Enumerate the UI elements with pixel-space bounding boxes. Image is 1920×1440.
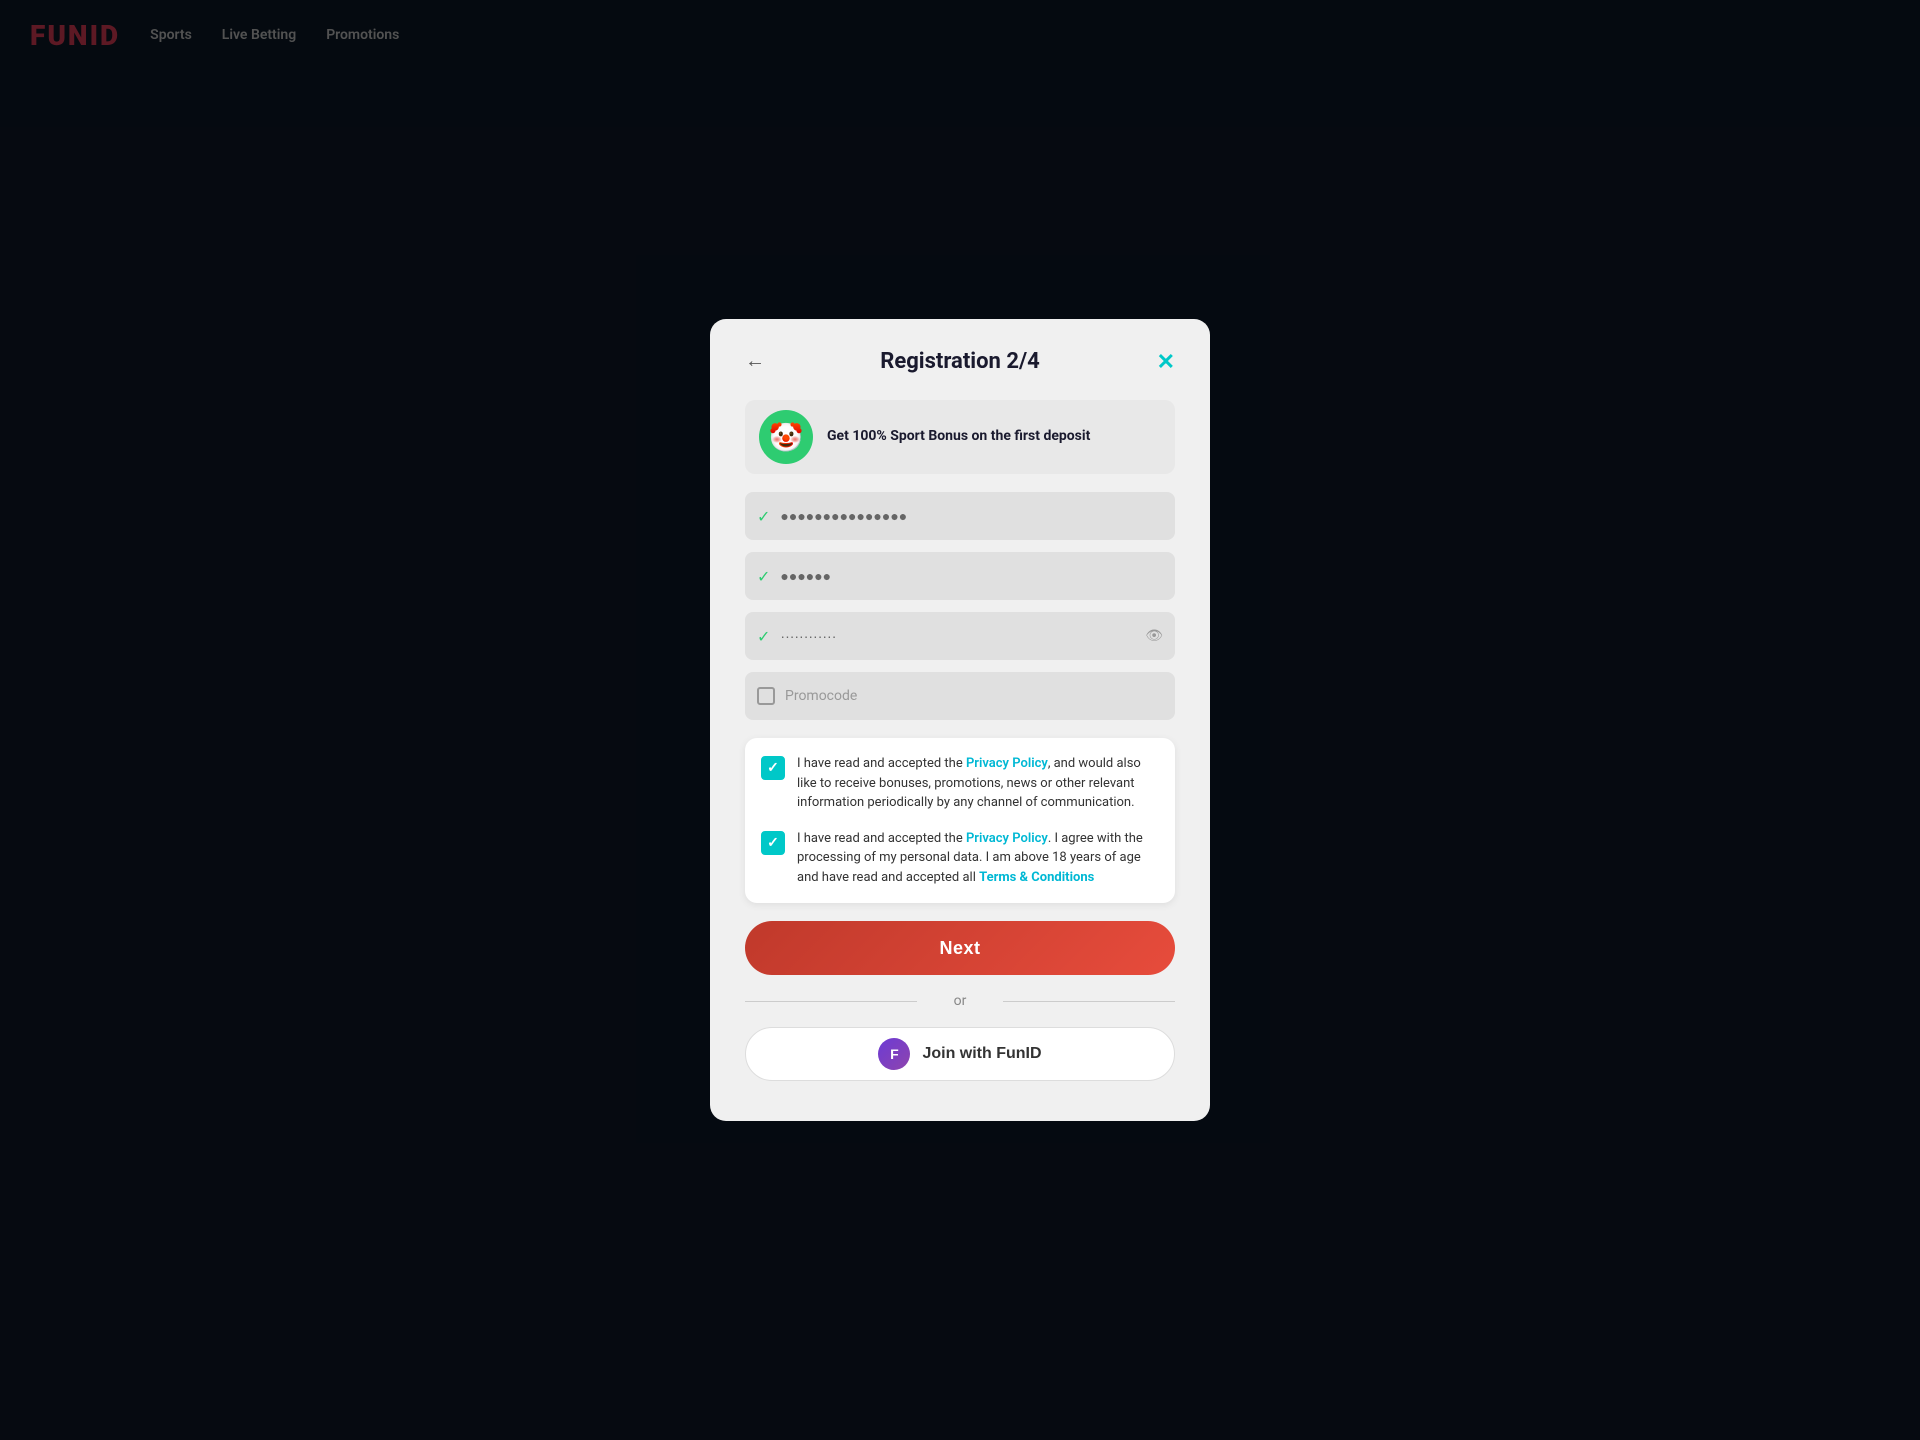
consent-1-text: I have read and accepted the Privacy Pol… bbox=[797, 754, 1159, 813]
modal-header: ← Registration 2/4 ✕ bbox=[745, 349, 1175, 374]
bonus-banner: 🤡 Get 100% Sport Bonus on the first depo… bbox=[745, 400, 1175, 474]
privacy-policy-link-1[interactable]: Privacy Policy bbox=[966, 756, 1048, 771]
modal-title: Registration 2/4 bbox=[880, 349, 1039, 374]
funid-icon: F bbox=[878, 1038, 910, 1070]
consent-1-before: I have read and accepted the bbox=[797, 756, 966, 771]
modal-backdrop: ← Registration 2/4 ✕ 🤡 Get 100% Sport Bo… bbox=[0, 0, 1920, 1440]
consent-box: I have read and accepted the Privacy Pol… bbox=[745, 738, 1175, 903]
username-check-icon: ✓ bbox=[757, 567, 770, 586]
funid-label: Join with FunID bbox=[922, 1045, 1041, 1063]
consent-1-checkbox[interactable] bbox=[761, 756, 785, 780]
consent-2-text: I have read and accepted the Privacy Pol… bbox=[797, 829, 1159, 888]
email-field-row: ✓ bbox=[745, 492, 1175, 540]
consent-item-2: I have read and accepted the Privacy Pol… bbox=[761, 829, 1159, 888]
back-button[interactable]: ← bbox=[745, 350, 765, 373]
privacy-policy-link-2[interactable]: Privacy Policy bbox=[966, 831, 1048, 846]
consent-2-checkbox[interactable] bbox=[761, 831, 785, 855]
promo-field-row: Promocode bbox=[745, 672, 1175, 720]
eye-icon[interactable]: 👁 bbox=[1145, 628, 1163, 644]
terms-conditions-link[interactable]: Terms & Conditions bbox=[979, 870, 1094, 885]
promo-placeholder: Promocode bbox=[785, 688, 857, 704]
bonus-text: Get 100% Sport Bonus on the first deposi… bbox=[827, 427, 1090, 447]
email-check-icon: ✓ bbox=[757, 507, 770, 526]
consent-item-1: I have read and accepted the Privacy Pol… bbox=[761, 754, 1159, 813]
consent-2-before: I have read and accepted the bbox=[797, 831, 966, 846]
email-input[interactable] bbox=[780, 508, 1163, 524]
password-input[interactable] bbox=[780, 628, 1135, 644]
promo-checkbox[interactable] bbox=[757, 687, 775, 705]
bonus-mascot-icon: 🤡 bbox=[759, 410, 813, 464]
password-field-row: ✓ 👁 bbox=[745, 612, 1175, 660]
funid-button[interactable]: F Join with FunID bbox=[745, 1027, 1175, 1081]
next-button[interactable]: Next bbox=[745, 921, 1175, 975]
password-check-icon: ✓ bbox=[757, 627, 770, 646]
registration-modal: ← Registration 2/4 ✕ 🤡 Get 100% Sport Bo… bbox=[710, 319, 1210, 1121]
form-fields: ✓ ✓ ✓ 👁 Promocode bbox=[745, 492, 1175, 720]
username-input[interactable] bbox=[780, 568, 1163, 584]
close-button[interactable]: ✕ bbox=[1157, 349, 1175, 375]
or-divider: or bbox=[745, 993, 1175, 1009]
username-field-row: ✓ bbox=[745, 552, 1175, 600]
